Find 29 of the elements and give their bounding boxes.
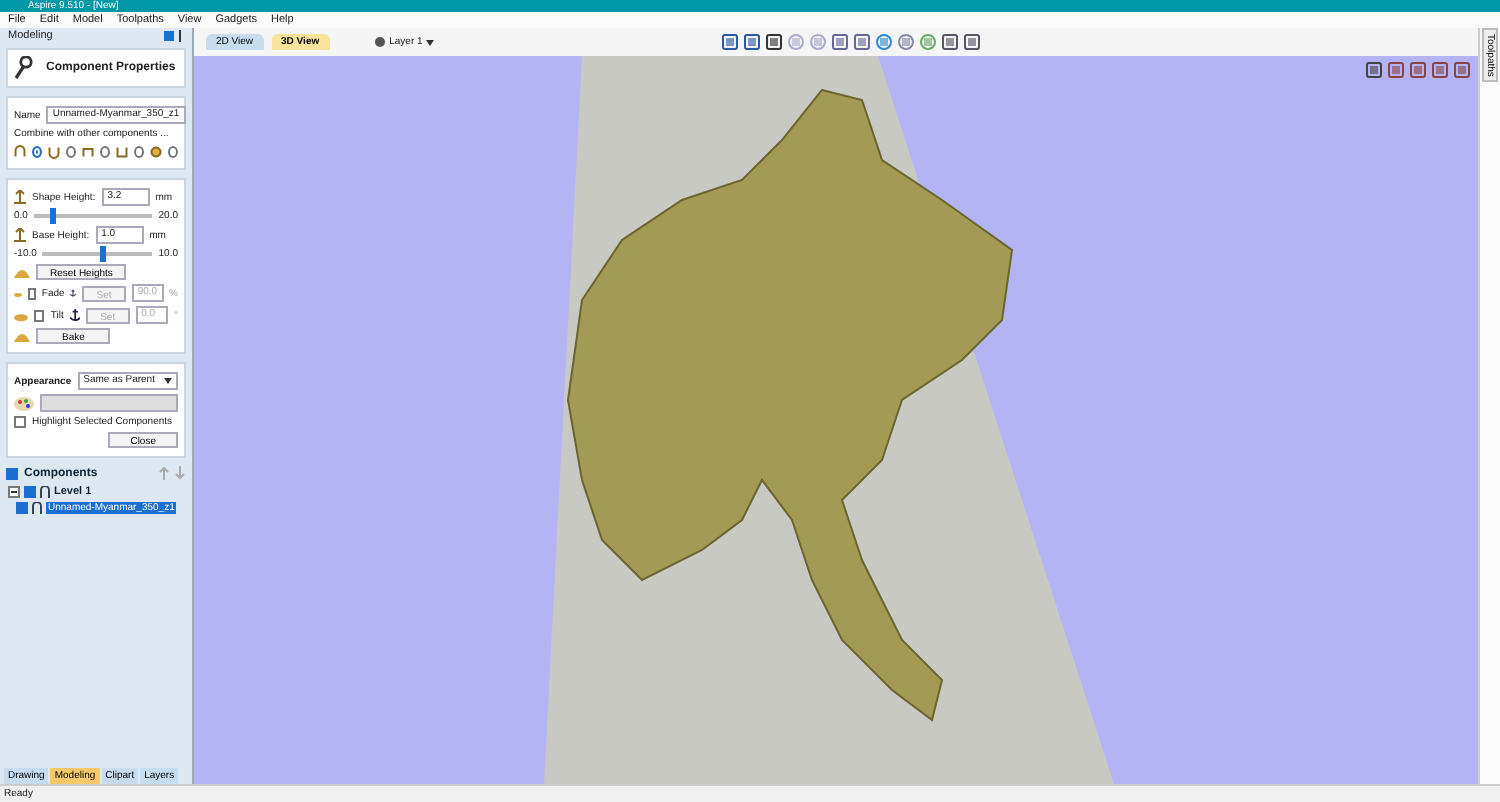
combine-mode-icon (14, 144, 26, 160)
anchor-icon (70, 286, 77, 300)
combine-mode-icon (82, 144, 94, 160)
radio-button[interactable] (100, 146, 110, 158)
expander-icon[interactable] (8, 486, 20, 498)
radio-button[interactable] (66, 146, 76, 158)
height-icon (14, 228, 26, 242)
combine-mode-icon (116, 144, 128, 160)
checkbox[interactable] (6, 467, 18, 479)
radio-button[interactable] (134, 146, 144, 158)
relief-icon (14, 266, 30, 278)
radio-button[interactable] (168, 146, 178, 158)
checkbox[interactable] (14, 416, 26, 428)
caret-icon (164, 378, 172, 384)
checkbox[interactable] (16, 502, 28, 514)
combine-mode-icon (48, 144, 60, 160)
height-icon (14, 190, 26, 204)
key-icon (14, 56, 34, 80)
tilt-icon (14, 309, 28, 321)
relief-icon (14, 330, 30, 342)
checkbox[interactable] (24, 486, 36, 498)
slider-thumb[interactable] (100, 246, 107, 262)
radio-button[interactable] (32, 146, 42, 158)
combine-mode-icon (150, 144, 162, 160)
caret-icon (426, 39, 435, 45)
color-dropdown[interactable] (40, 394, 178, 412)
slider-thumb[interactable] (49, 208, 56, 224)
palette-icon (14, 395, 34, 411)
anchor-icon (69, 308, 81, 322)
